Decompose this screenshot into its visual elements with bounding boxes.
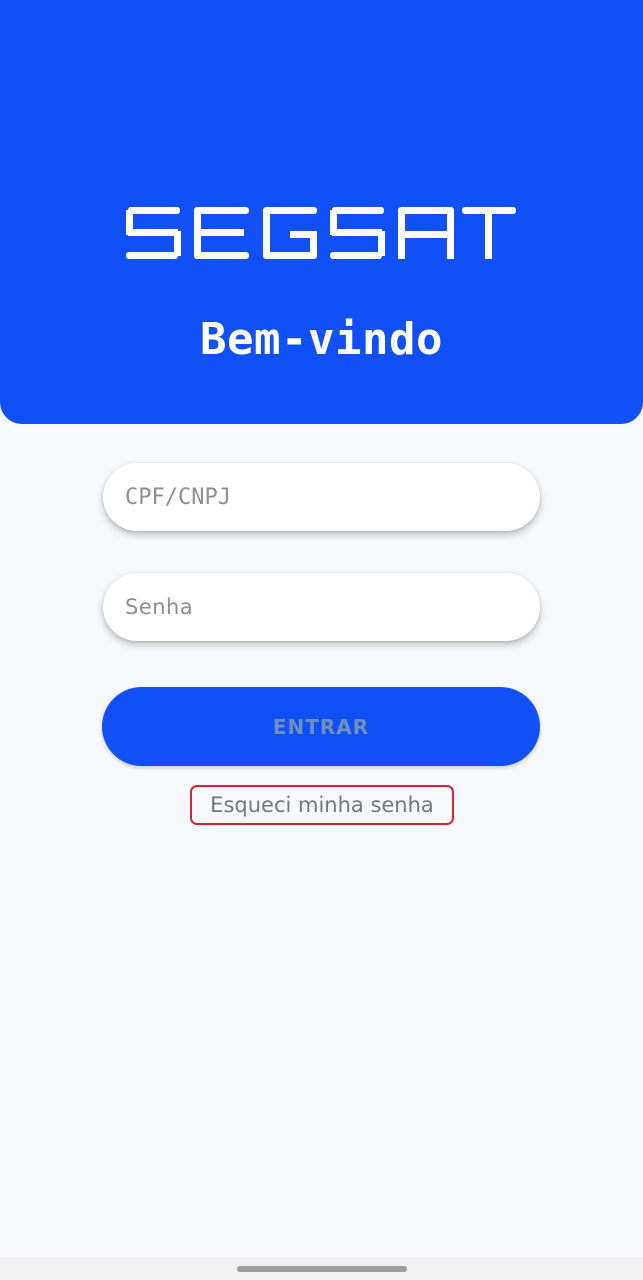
- password-input[interactable]: [103, 573, 540, 641]
- gesture-handle-icon[interactable]: [237, 1266, 407, 1272]
- forgot-password-link[interactable]: Esqueci minha senha: [190, 785, 454, 825]
- login-button[interactable]: ENTRAR: [102, 687, 540, 766]
- segsat-logo: [126, 207, 516, 259]
- senha-field[interactable]: [103, 573, 540, 641]
- welcome-title: Bem-vindo: [200, 314, 443, 365]
- system-navigation-bar: [0, 1257, 643, 1280]
- login-button-label: ENTRAR: [272, 714, 370, 739]
- header-banner: Bem-vindo: [0, 0, 643, 424]
- forgot-password-label: Esqueci minha senha: [210, 793, 434, 817]
- cpf-cnpj-field[interactable]: [103, 463, 540, 531]
- cpf-cnpj-input[interactable]: [103, 463, 540, 531]
